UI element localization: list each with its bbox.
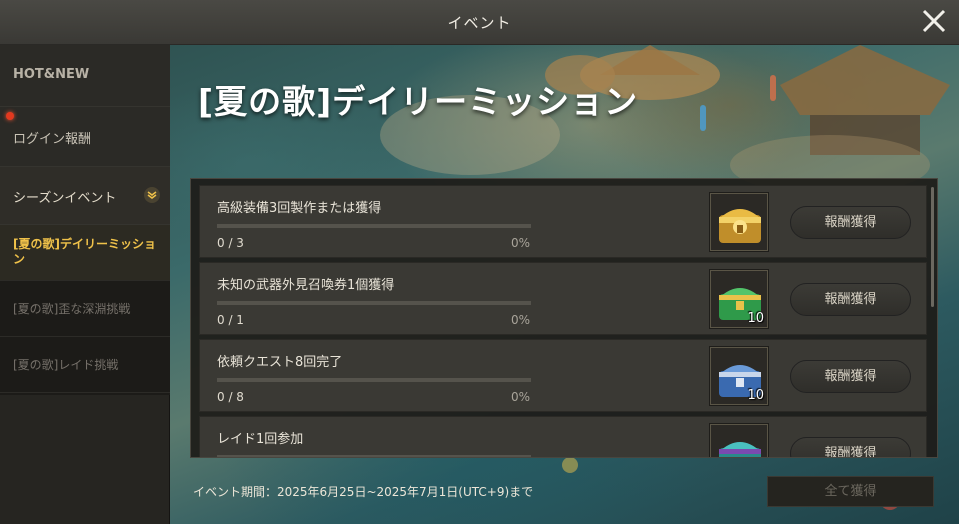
claim-reward-button[interactable]: 報酬獲得 <box>790 437 911 457</box>
sidebar-item-label: シーズンイベント <box>13 191 117 206</box>
reward-item[interactable] <box>709 423 769 457</box>
claim-reward-button[interactable]: 報酬獲得 <box>790 360 911 393</box>
sidebar: HOT&NEW ログイン報酬 シーズンイベント [夏の歌]デイリーミッション [… <box>0 45 170 524</box>
reward-item[interactable]: 10 <box>709 346 769 406</box>
page-title: [夏の歌]デイリーミッション <box>198 82 639 121</box>
teal-chest-icon <box>719 442 761 457</box>
mission-row: 依頼クエスト8回完了 0 / 8 0% 10 報酬獲得 <box>199 339 927 412</box>
progress-count: 0 / 1 <box>217 313 244 327</box>
claim-all-button[interactable]: 全て獲得 <box>767 476 934 507</box>
progress-bar <box>217 455 531 457</box>
season-event-submenu: [夏の歌]デイリーミッション [夏の歌]歪な深淵挑戦 [夏の歌]レイド挑戦 <box>0 225 170 395</box>
chevron-down-icon <box>144 187 160 203</box>
progress-percent: 0% <box>511 390 531 404</box>
claim-reward-button[interactable]: 報酬獲得 <box>790 283 911 316</box>
submenu-item-abyss-challenge[interactable]: [夏の歌]歪な深淵挑戦 <box>0 281 170 337</box>
submenu-item-raid-challenge[interactable]: [夏の歌]レイド挑戦 <box>0 337 170 393</box>
close-button[interactable] <box>919 6 949 36</box>
close-icon <box>922 9 946 33</box>
progress-percent: 0% <box>511 236 531 250</box>
reward-quantity: 10 <box>747 311 764 326</box>
progress-count: 0 / 8 <box>217 390 244 404</box>
progress-count: 0 / 3 <box>217 236 244 250</box>
progress-percent: 0% <box>511 313 531 327</box>
mission-name: 依頼クエスト8回完了 <box>217 355 343 370</box>
sidebar-item-label: ログイン報酬 <box>13 132 92 147</box>
reward-item[interactable] <box>709 192 769 252</box>
submenu-item-label: [夏の歌]デイリーミッション <box>13 237 156 266</box>
mission-row: 高級装備3回製作または獲得 0 / 3 0% 報酬獲得 <box>199 185 927 258</box>
mission-row: レイド1回参加 報酬獲得 <box>199 416 927 457</box>
window-title: イベント <box>447 14 512 32</box>
event-period: イベント期間：2025年6月25日~2025年7月1日(UTC+9)まで <box>193 485 534 499</box>
mission-row: 未知の武器外見召喚券1個獲得 0 / 1 0% 10 報酬獲得 <box>199 262 927 335</box>
scrollbar[interactable] <box>931 187 934 307</box>
submenu-item-label: [夏の歌]歪な深淵挑戦 <box>13 302 131 316</box>
mission-list[interactable]: 高級装備3回製作または獲得 0 / 3 0% 報酬獲得 未知の武器外見召喚券1個… <box>190 178 938 458</box>
notification-dot <box>6 112 14 120</box>
main-content: [夏の歌]デイリーミッション 高級装備3回製作または獲得 0 / 3 0% 報酬… <box>170 45 959 524</box>
progress-bar <box>217 378 531 382</box>
sidebar-item-login-reward[interactable]: ログイン報酬 <box>0 107 170 167</box>
submenu-item-label: [夏の歌]レイド挑戦 <box>13 358 119 372</box>
progress-bar <box>217 301 531 305</box>
gold-chest-icon <box>719 209 761 243</box>
mission-name: 未知の武器外見召喚券1個獲得 <box>217 278 395 293</box>
sidebar-item-season-event[interactable]: シーズンイベント <box>0 167 170 225</box>
claim-reward-button[interactable]: 報酬獲得 <box>790 206 911 239</box>
mission-name: 高級装備3回製作または獲得 <box>217 201 382 216</box>
mission-name: レイド1回参加 <box>217 432 304 447</box>
sidebar-item-label: HOT&NEW <box>13 67 90 82</box>
progress-bar <box>217 224 531 228</box>
submenu-item-daily-mission[interactable]: [夏の歌]デイリーミッション <box>0 225 170 281</box>
reward-quantity: 10 <box>747 388 764 403</box>
sidebar-item-hot-new[interactable]: HOT&NEW <box>0 45 170 107</box>
title-bar: イベント <box>0 0 959 45</box>
reward-item[interactable]: 10 <box>709 269 769 329</box>
